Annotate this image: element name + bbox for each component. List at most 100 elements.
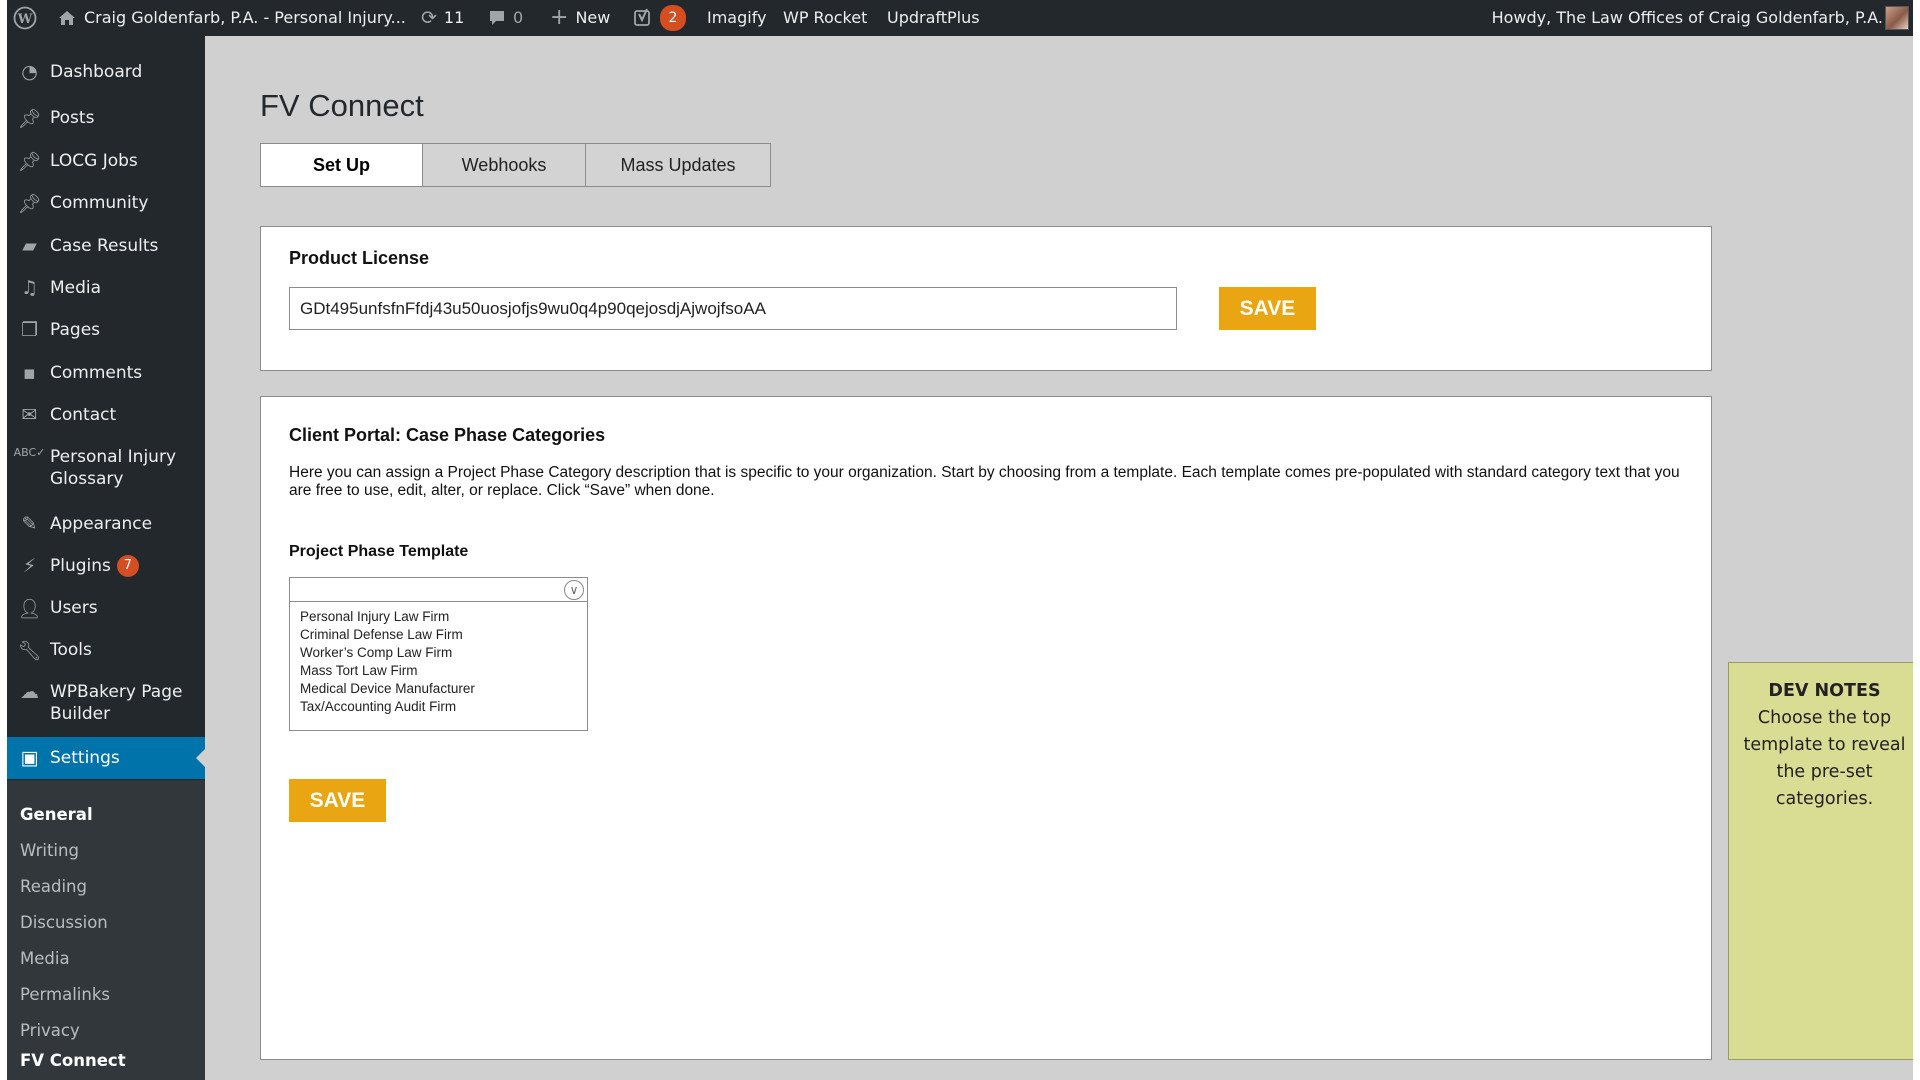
template-select-header[interactable]: ∨ [290,578,587,602]
sidebar-item-users[interactable]: 👤︎ Users [7,597,205,620]
template-option-criminal-defense[interactable]: Criminal Defense Law Firm [300,626,475,644]
sidebar-item-posts[interactable]: 📌︎ Posts [7,107,205,130]
license-save-button[interactable]: SAVE [1219,287,1316,330]
sidebar-item-contact[interactable]: ✉ Contact [7,404,205,426]
submenu-fv-connect[interactable]: FV Connect [20,1051,126,1070]
sidebar-item-label: Media [50,278,102,298]
pin-icon: 📌︎ [17,193,42,215]
sidebar-item-label: Comments [50,363,143,383]
submenu-privacy[interactable]: Privacy [20,1021,80,1040]
svg-text:W: W [17,12,33,27]
settings-submenu: General Writing Reading Discussion Media… [7,780,205,1080]
wordpress-logo-icon: W [13,6,37,30]
page-title: FV Connect [260,88,424,123]
wp-rocket-menu[interactable]: WP Rocket [783,0,867,36]
sidebar-item-case-results[interactable]: ▰ Case Results [7,235,205,257]
sidebar-item-label: Posts [50,108,95,128]
sidebar-item-label: Personal Injury Glossary [50,447,177,489]
plug-icon: ⚡︎ [22,555,37,577]
account-menu[interactable]: Howdy, The Law Offices of Craig Goldenfa… [1492,0,1883,36]
project-phase-template-select[interactable]: ∨ Personal Injury Law Firm Criminal Defe… [289,577,588,731]
sidebar-item-plugins[interactable]: ⚡︎ Plugins 7 [7,555,205,577]
howdy-text: Howdy, The Law Offices of Craig Goldenfa… [1491,8,1883,27]
project-phase-template-label: Project Phase Template [289,543,469,560]
yoast-menu[interactable]: 2 [633,0,686,36]
updates-count: 11 [443,8,465,27]
mail-icon: ✉ [21,404,38,426]
submenu-media[interactable]: Media [20,949,70,968]
sidebar-item-appearance[interactable]: ✎ Appearance [7,513,205,535]
new-content-menu[interactable]: + New [550,0,610,36]
updraftplus-menu[interactable]: UpdraftPlus [887,0,980,36]
sidebar-item-wpbakery[interactable]: ☁ WPBakery Page Builder [7,681,205,725]
tab-mass-updates[interactable]: Mass Updates [585,143,771,187]
tab-webhooks[interactable]: Webhooks [422,143,586,187]
tab-set-up[interactable]: Set Up [260,143,423,187]
dev-notes-title: DEV NOTES [1768,681,1881,701]
client-portal-title: Client Portal: Case Phase Categories [289,425,606,445]
home-icon [57,8,77,28]
comments-count: 0 [513,8,524,27]
comments-menu[interactable]: 0 [488,0,523,36]
submenu-permalinks[interactable]: Permalinks [20,985,110,1004]
chevron-down-icon[interactable]: ∨ [564,580,584,600]
license-key-input[interactable] [289,287,1177,330]
portal-save-button[interactable]: SAVE [289,779,386,822]
submenu-reading[interactable]: Reading [20,877,87,896]
sidebar-item-label: Users [50,598,98,618]
updates-menu[interactable]: ⟳ 11 [421,0,464,36]
wordpress-admin: W Craig Goldenfarb, P.A. - Personal Inju… [7,0,1913,1080]
sidebar-item-label: Dashboard [50,62,143,82]
sidebar-item-label: Pages [50,320,101,340]
yoast-icon [633,8,653,28]
sidebar-item-locg-jobs[interactable]: 📌︎ LOCG Jobs [7,150,205,173]
template-option-medical-device[interactable]: Medical Device Manufacturer [300,680,475,698]
sidebar-item-label: LOCG Jobs [50,151,138,171]
sidebar-item-label: WPBakery Page Builder [50,682,183,724]
sidebar-item-media[interactable]: ♫ Media [7,277,205,299]
comment-icon [488,9,506,27]
settings-icon: ▣ [20,747,39,769]
sidebar-item-comments[interactable]: ▪ Comments [7,362,205,384]
admin-bar: W Craig Goldenfarb, P.A. - Personal Inju… [7,0,1913,36]
sidebar-item-settings[interactable]: ▣ Settings [7,737,205,779]
new-label: New [575,8,611,27]
media-icon: ♫ [20,277,39,299]
sidebar-item-community[interactable]: 📌︎ Community [7,192,205,215]
pin-icon: 📌︎ [17,151,42,173]
template-option-personal-injury[interactable]: Personal Injury Law Firm [300,608,475,626]
product-license-panel: Product License SAVE [260,226,1712,371]
wrench-icon: 🔧︎ [17,640,42,662]
client-portal-panel: Client Portal: Case Phase Categories Her… [260,396,1712,1060]
yoast-badge: 2 [660,5,686,31]
dev-notes-body: Choose the top template to reveal the pr… [1743,708,1906,809]
wp-logo-menu[interactable]: W [13,0,37,36]
abc-icon: ABC✓ [13,446,46,459]
sidebar-item-label: Case Results [50,236,159,256]
template-option-workers-comp[interactable]: Worker’s Comp Law Firm [300,644,475,662]
screen-frame: W Craig Goldenfarb, P.A. - Personal Inju… [0,0,1920,1080]
sidebar-item-label: Appearance [50,514,153,534]
imagify-menu[interactable]: Imagify [707,0,767,36]
dev-notes-sticky: DEV NOTES Choose the top template to rev… [1728,662,1913,1060]
submenu-general[interactable]: General [20,805,93,824]
sidebar-item-dashboard[interactable]: ◔ Dashboard [7,61,205,83]
template-option-tax-accounting[interactable]: Tax/Accounting Audit Firm [300,698,475,716]
sidebar-item-pages[interactable]: ❐ Pages [7,319,205,341]
plus-icon: + [550,5,569,30]
sidebar-item-personal-injury-glossary[interactable]: ABC✓ Personal Injury Glossary [7,446,205,490]
template-option-mass-tort[interactable]: Mass Tort Law Firm [300,662,475,680]
user-icon: 👤︎ [17,598,42,620]
sidebar-item-tools[interactable]: 🔧︎ Tools [7,639,205,662]
brush-icon: ✎ [21,513,38,535]
plugins-update-badge: 7 [116,555,139,577]
submenu-writing[interactable]: Writing [20,841,79,860]
submenu-discussion[interactable]: Discussion [20,913,108,932]
avatar[interactable] [1885,6,1909,30]
site-name-menu[interactable]: Craig Goldenfarb, P.A. - Personal Injury… [57,0,406,36]
sidebar-item-label: Community [50,193,149,213]
client-portal-description: Here you can assign a Project Phase Cate… [289,464,1680,499]
refresh-icon: ⟳ [421,7,437,29]
cloud-icon: ☁ [20,681,39,703]
sidebar-item-label: Contact [50,405,117,425]
